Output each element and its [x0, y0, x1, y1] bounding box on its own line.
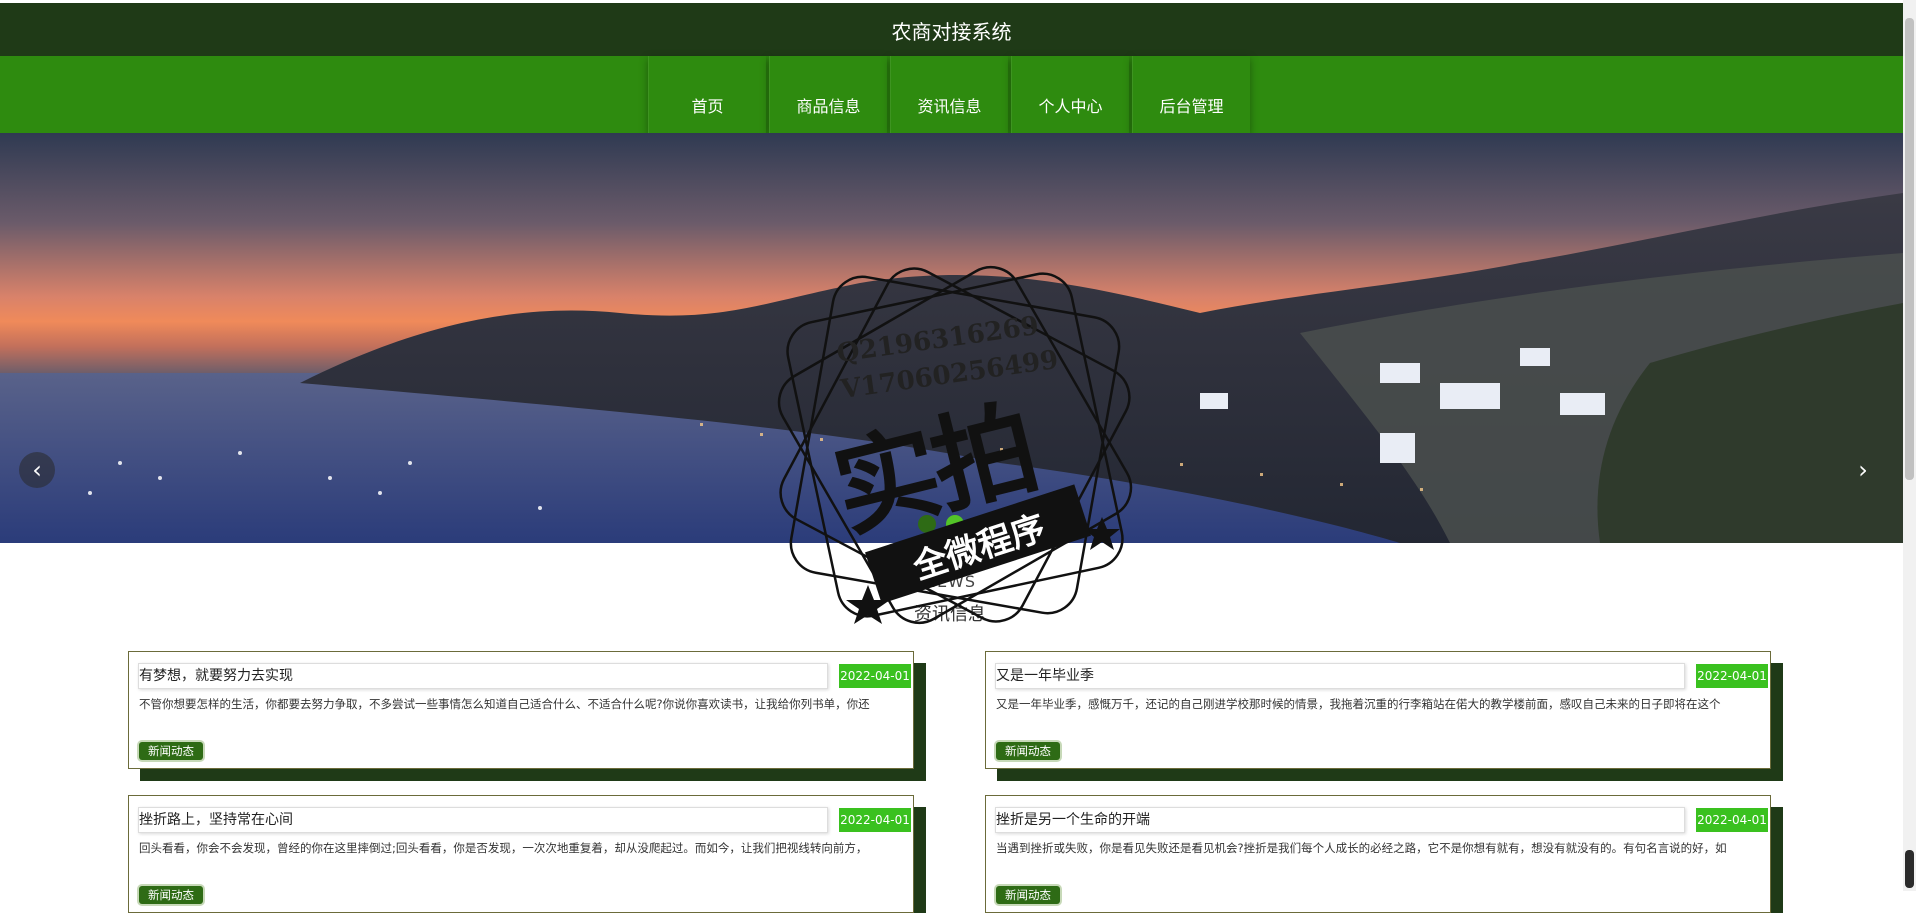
news-desc: 又是一年毕业季，感慨万千，还记的自己刚进学校那时候的情景，我拖着沉重的行李箱站在…	[996, 697, 1721, 711]
news-title[interactable]: 挫折是另一个生命的开端	[995, 807, 1685, 833]
banner-image	[0, 193, 1903, 543]
nav-item-profile[interactable]: 个人中心	[1011, 56, 1129, 133]
news-date: 2022-04-01	[839, 664, 911, 688]
news-card[interactable]: 挫折是另一个生命的开端 2022-04-01 当遇到挫折或失败，你是看见失败还是…	[985, 795, 1771, 913]
section-title: 资讯信息	[914, 604, 986, 625]
chevron-right-icon: ›	[1858, 456, 1868, 484]
news-title[interactable]: 挫折路上，坚持常在心间	[138, 807, 828, 833]
news-desc: 当遇到挫折或失败，你是看见失败还是看见机会?挫折是我们每个人成长的必经之路，它不…	[996, 841, 1727, 855]
news-date: 2022-04-01	[1696, 808, 1768, 832]
news-desc: 不管你想要怎样的生活，你都要去努力争取，不多尝试一些事情怎么知道自己适合什么、不…	[139, 697, 870, 711]
scrollbar-bottom-handle[interactable]	[1905, 850, 1914, 888]
nav-bar: 首页 商品信息 资讯信息 个人中心 后台管理	[0, 56, 1903, 133]
carousel-next-button[interactable]: ›	[1845, 452, 1881, 488]
page-scrollbar[interactable]	[1903, 0, 1916, 891]
news-card[interactable]: 挫折路上，坚持常在心间 2022-04-01 回头看看，你会不会发现，曾经的你在…	[128, 795, 914, 913]
news-card[interactable]: 有梦想，就要努力去实现 2022-04-01 不管你想要怎样的生活，你都要去努力…	[128, 651, 914, 769]
carousel-prev-button[interactable]: ‹	[19, 452, 55, 488]
nav-item-news[interactable]: 资讯信息	[890, 56, 1008, 133]
carousel-dot-1[interactable]	[918, 515, 936, 533]
main-nav: 首页 商品信息 资讯信息 个人中心 后台管理	[648, 56, 1250, 133]
news-title[interactable]: 又是一年毕业季	[995, 663, 1685, 689]
news-tag[interactable]: 新闻动态	[139, 742, 203, 760]
section-subtitle: NEWS	[923, 572, 977, 591]
news-title[interactable]: 有梦想，就要努力去实现	[138, 663, 828, 689]
news-date: 2022-04-01	[1696, 664, 1768, 688]
news-card[interactable]: 又是一年毕业季 2022-04-01 又是一年毕业季，感慨万千，还记的自己刚进学…	[985, 651, 1771, 769]
chevron-left-icon: ‹	[32, 456, 42, 484]
carousel-banner[interactable]: ‹ ›	[0, 133, 1903, 543]
news-desc: 回头看看，你会不会发现，曾经的你在这里摔倒过;回头看看，你是否发现，一次次地重复…	[139, 841, 868, 855]
news-tag[interactable]: 新闻动态	[996, 742, 1060, 760]
scrollbar-thumb[interactable]	[1905, 18, 1914, 480]
news-date: 2022-04-01	[839, 808, 911, 832]
news-tag[interactable]: 新闻动态	[139, 886, 203, 904]
site-title: 农商对接系统	[891, 20, 1012, 44]
top-header: 农商对接系统	[0, 0, 1903, 56]
nav-item-products[interactable]: 商品信息	[769, 56, 887, 133]
carousel-dot-2[interactable]	[946, 515, 964, 533]
nav-item-home[interactable]: 首页	[648, 56, 766, 133]
carousel-dots	[918, 515, 964, 533]
nav-item-admin[interactable]: 后台管理	[1132, 56, 1250, 133]
news-tag[interactable]: 新闻动态	[996, 886, 1060, 904]
